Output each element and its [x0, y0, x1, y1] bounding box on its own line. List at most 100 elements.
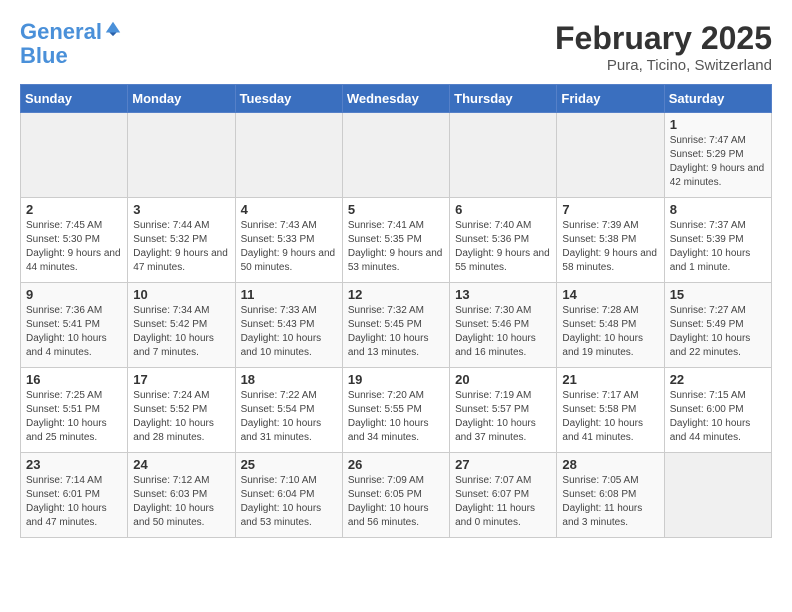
calendar-day-cell: 14 Sunrise: 7:28 AM Sunset: 5:48 PM Dayli… — [557, 283, 664, 368]
calendar-day-cell: 11 Sunrise: 7:33 AM Sunset: 5:43 PM Dayli… — [235, 283, 342, 368]
logo-icon — [104, 19, 122, 37]
day-detail: Sunrise: 7:12 AM Sunset: 6:03 PM Dayligh… — [133, 474, 229, 530]
day-number: 1 — [670, 117, 766, 132]
calendar-day-cell: 16Sunrise: 7:25 AM Sunset: 5:51 PM Dayli… — [21, 368, 128, 453]
calendar-day-cell — [128, 113, 235, 198]
day-number: 14 — [562, 287, 658, 302]
day-detail: Sunrise: 7:27 AM Sunset: 5:49 PM Dayligh… — [670, 304, 766, 360]
calendar-day-cell: 5Sunrise: 7:41 AM Sunset: 5:35 PM Daylig… — [342, 198, 449, 283]
calendar-day-cell: 9 Sunrise: 7:36 AM Sunset: 5:41 PM Daylig… — [21, 283, 128, 368]
day-detail: Sunrise: 7:28 AM Sunset: 5:48 PM Dayligh… — [562, 304, 658, 360]
calendar-body: 1 Sunrise: 7:47 AM Sunset: 5:29 PM Daylig… — [21, 113, 772, 538]
day-number: 13 — [455, 287, 551, 302]
day-number: 19 — [348, 372, 444, 387]
day-detail: Sunrise: 7:36 AM Sunset: 5:41 PM Dayligh… — [26, 304, 122, 360]
day-number: 25 — [241, 457, 337, 472]
day-detail: Sunrise: 7:15 AM Sunset: 6:00 PM Dayligh… — [670, 389, 766, 445]
day-detail: Sunrise: 7:14 AM Sunset: 6:01 PM Dayligh… — [26, 474, 122, 530]
month-title: February 2025 — [555, 20, 772, 57]
weekday-cell: Sunday — [21, 85, 128, 113]
day-detail: Sunrise: 7:30 AM Sunset: 5:46 PM Dayligh… — [455, 304, 551, 360]
day-number: 8 — [670, 202, 766, 217]
calendar-day-cell: 6 Sunrise: 7:40 AM Sunset: 5:36 PM Daylig… — [450, 198, 557, 283]
calendar-day-cell: 23 Sunrise: 7:14 AM Sunset: 6:01 PM Dayli… — [21, 453, 128, 538]
day-detail: Sunrise: 7:32 AM Sunset: 5:45 PM Dayligh… — [348, 304, 444, 360]
day-detail: Sunrise: 7:17 AM Sunset: 5:58 PM Dayligh… — [562, 389, 658, 445]
calendar-day-cell: 25Sunrise: 7:10 AM Sunset: 6:04 PM Dayli… — [235, 453, 342, 538]
calendar-day-cell: 7Sunrise: 7:39 AM Sunset: 5:38 PM Daylig… — [557, 198, 664, 283]
logo: General Blue — [20, 20, 122, 68]
day-detail: Sunrise: 7:40 AM Sunset: 5:36 PM Dayligh… — [455, 219, 551, 275]
day-detail: Sunrise: 7:24 AM Sunset: 5:52 PM Dayligh… — [133, 389, 229, 445]
calendar-week-row: 23 Sunrise: 7:14 AM Sunset: 6:01 PM Dayli… — [21, 453, 772, 538]
calendar-day-cell: 21 Sunrise: 7:17 AM Sunset: 5:58 PM Dayli… — [557, 368, 664, 453]
day-number: 17 — [133, 372, 229, 387]
logo-blue: Blue — [20, 44, 122, 68]
calendar-week-row: 9 Sunrise: 7:36 AM Sunset: 5:41 PM Daylig… — [21, 283, 772, 368]
day-detail: Sunrise: 7:22 AM Sunset: 5:54 PM Dayligh… — [241, 389, 337, 445]
day-detail: Sunrise: 7:09 AM Sunset: 6:05 PM Dayligh… — [348, 474, 444, 530]
day-number: 6 — [455, 202, 551, 217]
day-number: 18 — [241, 372, 337, 387]
calendar-day-cell: 18 Sunrise: 7:22 AM Sunset: 5:54 PM Dayli… — [235, 368, 342, 453]
location-subtitle: Pura, Ticino, Switzerland — [555, 57, 772, 74]
day-number: 28 — [562, 457, 658, 472]
day-number: 16 — [26, 372, 122, 387]
calendar-day-cell: 17 Sunrise: 7:24 AM Sunset: 5:52 PM Dayli… — [128, 368, 235, 453]
page-header: General Blue February 2025 Pura, Ticino,… — [20, 20, 772, 74]
day-number: 27 — [455, 457, 551, 472]
calendar-day-cell: 13 Sunrise: 7:30 AM Sunset: 5:46 PM Dayli… — [450, 283, 557, 368]
day-detail: Sunrise: 7:37 AM Sunset: 5:39 PM Dayligh… — [670, 219, 766, 275]
calendar-day-cell: 8 Sunrise: 7:37 AM Sunset: 5:39 PM Daylig… — [664, 198, 771, 283]
calendar-week-row: 2 Sunrise: 7:45 AM Sunset: 5:30 PM Daylig… — [21, 198, 772, 283]
day-number: 11 — [241, 287, 337, 302]
day-detail: Sunrise: 7:19 AM Sunset: 5:57 PM Dayligh… — [455, 389, 551, 445]
day-number: 23 — [26, 457, 122, 472]
calendar-day-cell: 27 Sunrise: 7:07 AM Sunset: 6:07 PM Dayli… — [450, 453, 557, 538]
day-number: 22 — [670, 372, 766, 387]
calendar-day-cell: 2 Sunrise: 7:45 AM Sunset: 5:30 PM Daylig… — [21, 198, 128, 283]
calendar-day-cell: 28 Sunrise: 7:05 AM Sunset: 6:08 PM Dayli… — [557, 453, 664, 538]
day-detail: Sunrise: 7:34 AM Sunset: 5:42 PM Dayligh… — [133, 304, 229, 360]
calendar-day-cell: 3Sunrise: 7:44 AM Sunset: 5:32 PM Daylig… — [128, 198, 235, 283]
calendar-day-cell: 1 Sunrise: 7:47 AM Sunset: 5:29 PM Daylig… — [664, 113, 771, 198]
calendar-day-cell: 4 Sunrise: 7:43 AM Sunset: 5:33 PM Daylig… — [235, 198, 342, 283]
day-detail: Sunrise: 7:47 AM Sunset: 5:29 PM Dayligh… — [670, 134, 766, 190]
weekday-cell: Saturday — [664, 85, 771, 113]
day-number: 20 — [455, 372, 551, 387]
weekday-cell: Monday — [128, 85, 235, 113]
calendar-day-cell — [664, 453, 771, 538]
calendar-day-cell: 26 Sunrise: 7:09 AM Sunset: 6:05 PM Dayli… — [342, 453, 449, 538]
calendar-day-cell — [235, 113, 342, 198]
calendar-day-cell: 10 Sunrise: 7:34 AM Sunset: 5:42 PM Dayli… — [128, 283, 235, 368]
day-number: 24 — [133, 457, 229, 472]
day-detail: Sunrise: 7:39 AM Sunset: 5:38 PM Dayligh… — [562, 219, 658, 275]
day-number: 9 — [26, 287, 122, 302]
calendar-week-row: 1 Sunrise: 7:47 AM Sunset: 5:29 PM Daylig… — [21, 113, 772, 198]
weekday-cell: Friday — [557, 85, 664, 113]
day-number: 2 — [26, 202, 122, 217]
day-number: 4 — [241, 202, 337, 217]
day-detail: Sunrise: 7:43 AM Sunset: 5:33 PM Dayligh… — [241, 219, 337, 275]
weekday-cell: Wednesday — [342, 85, 449, 113]
day-detail: Sunrise: 7:44 AM Sunset: 5:32 PM Dayligh… — [133, 219, 229, 275]
day-number: 10 — [133, 287, 229, 302]
day-detail: Sunrise: 7:33 AM Sunset: 5:43 PM Dayligh… — [241, 304, 337, 360]
day-number: 12 — [348, 287, 444, 302]
day-number: 26 — [348, 457, 444, 472]
calendar-day-cell: 20 Sunrise: 7:19 AM Sunset: 5:57 PM Dayli… — [450, 368, 557, 453]
calendar-day-cell — [21, 113, 128, 198]
calendar-day-cell: 12 Sunrise: 7:32 AM Sunset: 5:45 PM Dayli… — [342, 283, 449, 368]
day-detail: Sunrise: 7:07 AM Sunset: 6:07 PM Dayligh… — [455, 474, 551, 530]
calendar-week-row: 16Sunrise: 7:25 AM Sunset: 5:51 PM Dayli… — [21, 368, 772, 453]
weekday-cell: Tuesday — [235, 85, 342, 113]
calendar-day-cell: 24 Sunrise: 7:12 AM Sunset: 6:03 PM Dayli… — [128, 453, 235, 538]
title-block: February 2025 Pura, Ticino, Switzerland — [555, 20, 772, 74]
calendar-table: SundayMondayTuesdayWednesdayThursdayFrid… — [20, 84, 772, 538]
day-number: 21 — [562, 372, 658, 387]
logo-text: General — [20, 20, 102, 44]
day-detail: Sunrise: 7:45 AM Sunset: 5:30 PM Dayligh… — [26, 219, 122, 275]
calendar-day-cell — [450, 113, 557, 198]
calendar-day-cell — [342, 113, 449, 198]
day-detail: Sunrise: 7:05 AM Sunset: 6:08 PM Dayligh… — [562, 474, 658, 530]
